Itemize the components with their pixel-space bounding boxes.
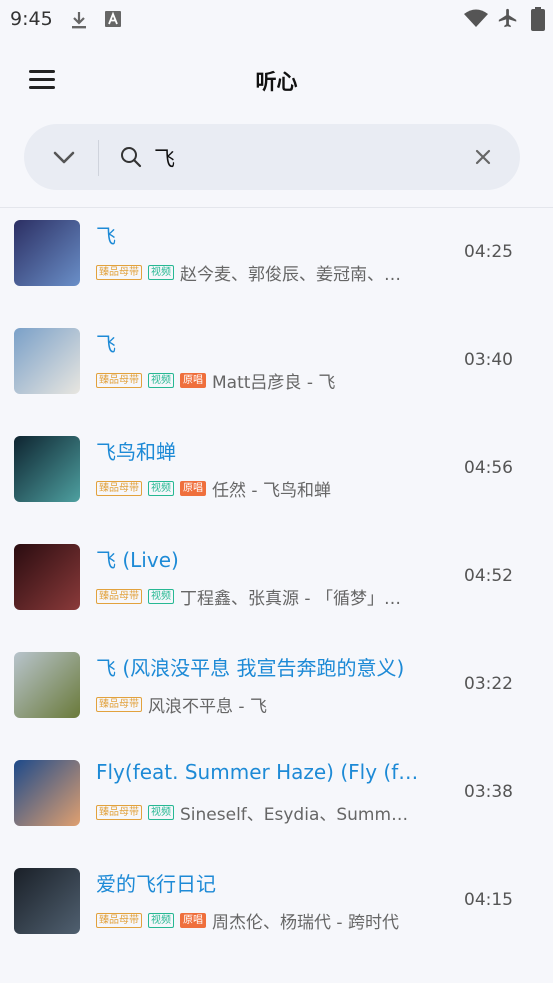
original-badge: 原唱 [180,913,206,928]
album-cover [14,760,80,826]
album-cover [14,436,80,502]
master-quality-badge: 臻品母带 [96,697,142,712]
song-item[interactable]: Fly(feat. Summer Haze) (Fly (feat… 臻品母带 视频… [0,748,553,856]
original-badge: 原唱 [180,373,206,388]
video-badge: 视频 [148,805,174,820]
song-artist: 丁程鑫、张真源 - 「循梦」… [180,589,401,608]
song-meta: 臻品母带 视频 原唱 Matt吕彦良 - 飞 [96,368,426,392]
song-title: 爱的飞行日记 [96,872,216,896]
search-icon [121,147,142,168]
song-title: 飞 (风浪没平息 我宣告奔跑的意义) [96,656,405,680]
song-duration: 04:56 [464,458,513,478]
song-item[interactable]: 飞臻品母带 视频 赵今麦、郭俊辰、姜冠南、… 04:25 [0,208,553,316]
song-artist: 任然 - 飞鸟和蝉 [212,481,331,500]
song-duration: 04:25 [464,242,513,262]
master-quality-badge: 臻品母带 [96,805,142,820]
app-header: 听心 [0,50,553,110]
close-icon [475,149,491,165]
video-badge: 视频 [148,265,174,280]
song-duration: 04:15 [464,890,513,910]
clear-search-button[interactable] [472,146,494,168]
song-item[interactable]: 飞 (Live) 臻品母带 视频 丁程鑫、张真源 - 「循梦」… 04:52 [0,532,553,640]
original-badge: 原唱 [180,481,206,496]
master-quality-badge: 臻品母带 [96,481,142,496]
song-meta: 臻品母带 视频 赵今麦、郭俊辰、姜冠南、… [96,260,426,284]
master-quality-badge: 臻品母带 [96,265,142,280]
song-artist: Sineself、Esydia、Summe… [180,805,412,824]
album-cover [14,868,80,934]
battery-icon [531,7,545,31]
song-item[interactable]: 飞 (风浪没平息 我宣告奔跑的意义) 臻品母带 风浪不平息 - 飞 03:22 [0,640,553,748]
album-cover [14,544,80,610]
chevron-down-icon [53,151,75,164]
master-quality-badge: 臻品母带 [96,589,142,604]
song-duration: 03:40 [464,350,513,370]
a-box-icon [105,11,121,27]
airplane-icon [498,8,517,28]
song-artist: 赵今麦、郭俊辰、姜冠南、… [180,265,401,284]
song-title: 飞 [96,332,116,356]
song-title: Fly(feat. Summer Haze) (Fly (feat… [96,760,426,784]
download-icon [72,12,86,29]
song-duration: 03:38 [464,782,513,802]
song-artist: 风浪不平息 - 飞 [148,697,267,716]
song-duration: 03:22 [464,674,513,694]
album-cover [14,328,80,394]
song-title: 飞 (Live) [96,548,179,572]
search-input[interactable] [152,140,456,176]
video-badge: 视频 [148,913,174,928]
song-duration: 04:52 [464,566,513,586]
song-item[interactable]: 飞臻品母带 视频 原唱 Matt吕彦良 - 飞 03:40 [0,316,553,424]
album-cover [14,652,80,718]
search-type-dropdown[interactable] [50,144,78,170]
status-bar: 9:45 [0,0,553,38]
song-meta: 臻品母带 视频 原唱 任然 - 飞鸟和蝉 [96,476,426,500]
song-artist: 周杰伦、杨瑞代 - 跨时代 [212,913,399,932]
video-badge: 视频 [148,373,174,388]
song-artist: Matt吕彦良 - 飞 [212,373,336,392]
master-quality-badge: 臻品母带 [96,373,142,388]
wifi-icon [464,9,488,27]
song-item[interactable]: 飞鸟和蝉臻品母带 视频 原唱 任然 - 飞鸟和蝉 04:56 [0,424,553,532]
song-item[interactable]: 爱的飞行日记臻品母带 视频 原唱 周杰伦、杨瑞代 - 跨时代 04:15 [0,856,553,964]
song-meta: 臻品母带 视频 原唱 周杰伦、杨瑞代 - 跨时代 [96,908,426,932]
song-title: 飞鸟和蝉 [96,440,176,464]
song-meta: 臻品母带 视频 Sineself、Esydia、Summe… [96,800,426,824]
song-meta: 臻品母带 风浪不平息 - 飞 [96,692,426,716]
song-title: 飞 [96,224,116,248]
master-quality-badge: 臻品母带 [96,913,142,928]
album-cover [14,220,80,286]
page-title: 听心 [255,70,298,94]
video-badge: 视频 [148,481,174,496]
status-time: 9:45 [10,8,53,30]
search-bar [24,124,520,190]
search-divider [98,140,99,176]
video-badge: 视频 [148,589,174,604]
song-meta: 臻品母带 视频 丁程鑫、张真源 - 「循梦」… [96,584,426,608]
